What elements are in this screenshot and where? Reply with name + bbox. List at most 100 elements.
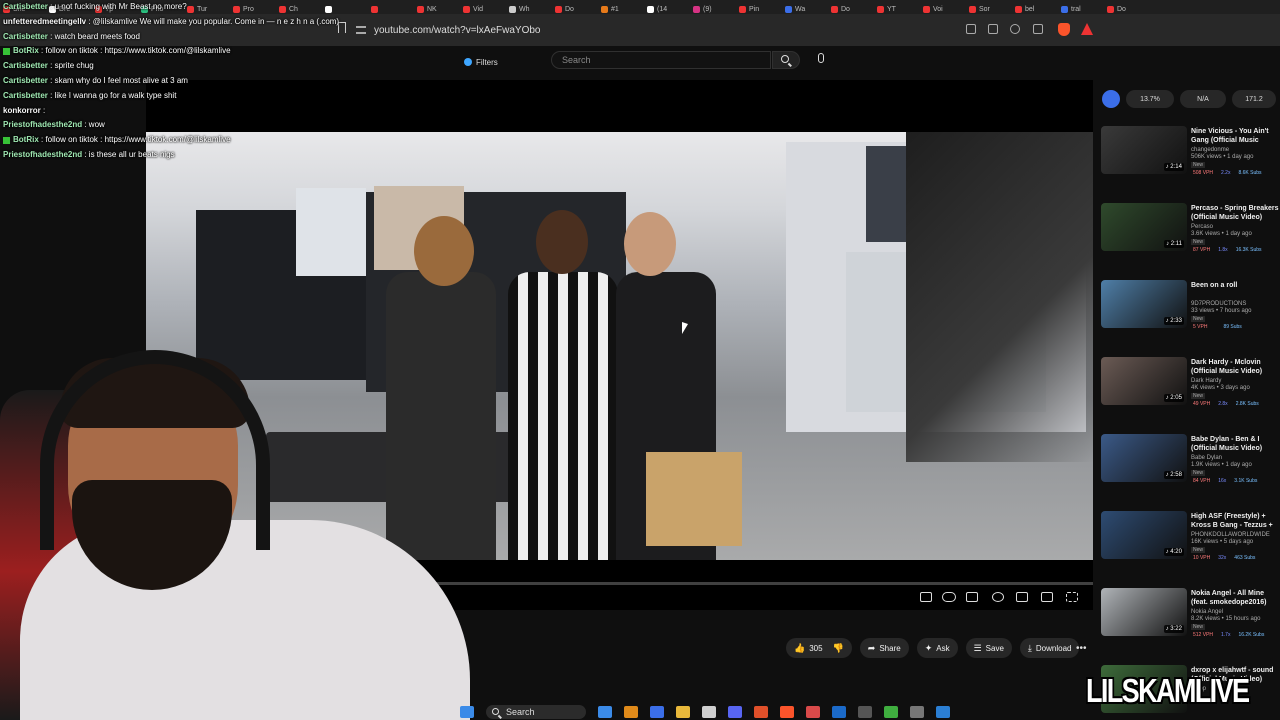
thumbs-down-icon[interactable]: 👎	[833, 643, 844, 654]
taskbar-app-icon[interactable]	[650, 706, 664, 718]
channel-name[interactable]: changedonme	[1191, 147, 1229, 153]
windows-start-icon[interactable]	[460, 706, 474, 718]
screenshot-icon[interactable]	[988, 24, 998, 34]
recommended-video[interactable]: ♪ 2:05 Dark Hardy - Mclovin (Official Mus…	[1100, 355, 1280, 415]
video-thumbnail[interactable]: ♪ 2:14	[1101, 126, 1187, 174]
browser-tab[interactable]: (9)	[690, 3, 736, 15]
chat-message: Cartisbetter : u not fucking with Mr Bea…	[3, 2, 187, 11]
video-stats: 512 VPH 1.7x 16.2K Subs	[1191, 632, 1266, 638]
recommended-video[interactable]: ♪ 2:33 Been on a roll 9D7PRODUCTIONS 33 vie…	[1100, 278, 1280, 338]
browser-tab[interactable]: Wh	[506, 3, 552, 15]
url-field[interactable]: youtube.com/watch?v=lxAeFwaYObo	[356, 20, 936, 40]
video-duration: ♪ 2:14	[1163, 163, 1184, 171]
filters-button[interactable]: Filters	[458, 53, 504, 71]
browser-tab[interactable]: YT	[874, 3, 920, 15]
browser-tab[interactable]: #1	[598, 3, 644, 15]
taskbar-app-icon[interactable]	[598, 706, 612, 718]
tab-label: Pin	[749, 6, 760, 13]
browser-tab[interactable]: Wa	[782, 3, 828, 15]
recommended-video[interactable]: ♪ 3:22 Nokia Angel - All Mine (feat. smok…	[1100, 586, 1280, 646]
channel-name[interactable]: PHONKDOLLAWORLDWIDE	[1191, 532, 1270, 538]
save-button[interactable]: ☰ Save	[965, 638, 1012, 658]
browser-tab[interactable]: Do	[1104, 3, 1150, 15]
search-button[interactable]	[772, 51, 800, 69]
channel-name[interactable]: Nokia Angel	[1191, 609, 1223, 615]
theater-mode-icon[interactable]	[1041, 592, 1053, 602]
taskbar-app-icon[interactable]	[728, 706, 742, 718]
taskbar-app-icon[interactable]	[910, 706, 924, 718]
miniplayer-icon[interactable]	[1016, 592, 1028, 602]
browser-tab[interactable]	[368, 3, 414, 15]
autoplay-toggle-icon[interactable]	[942, 592, 956, 602]
browser-tab[interactable]: Do	[552, 3, 598, 15]
taskbar-app-icon[interactable]	[676, 706, 690, 718]
browser-tab[interactable]: NK	[414, 3, 460, 15]
share-button[interactable]: ➦ Share	[859, 638, 909, 658]
video-meta: 506K views • 1 day ago	[1191, 154, 1254, 160]
share-icon: ➦	[867, 642, 876, 653]
chat-text: : wow	[82, 120, 105, 130]
recommended-video[interactable]: ♪ 2:58 Babe Dylan - Ben & I (Official Mus…	[1100, 432, 1280, 492]
site-settings-icon[interactable]	[356, 26, 366, 34]
taskbar-app-icon[interactable]	[806, 706, 820, 718]
zoom-icon[interactable]	[1010, 24, 1020, 34]
cast-icon[interactable]	[966, 24, 976, 34]
video-thumbnail[interactable]: ♪ 4:20	[1101, 511, 1187, 559]
taskbar-app-icon[interactable]	[754, 706, 768, 718]
video-title[interactable]: Nine Vicious - You Ain't Gang (Official …	[1191, 127, 1280, 145]
video-meta: 4K views • 3 days ago	[1191, 385, 1250, 391]
zoom-video-icon[interactable]	[920, 592, 932, 602]
channel-name[interactable]: Percaso	[1191, 224, 1213, 230]
browser-tab[interactable]: tral	[1058, 3, 1104, 15]
video-title[interactable]: High ASF (Freestyle) + Kross B Gang - Te…	[1191, 512, 1280, 530]
taskbar-app-icon[interactable]	[936, 706, 950, 718]
browser-tab[interactable]: Vid	[460, 3, 506, 15]
tab-label: Wa	[795, 6, 806, 13]
voice-search-button[interactable]	[813, 52, 829, 68]
taskbar-app-icon[interactable]	[624, 706, 638, 718]
video-thumbnail[interactable]: ♪ 3:22	[1101, 588, 1187, 636]
video-title[interactable]: Babe Dylan - Ben & I (Official Music Vid…	[1191, 435, 1280, 453]
video-thumbnail[interactable]: ♪ 2:11	[1101, 203, 1187, 251]
stats-extension-icon[interactable]	[1102, 90, 1120, 108]
taskbar-app-icon[interactable]	[702, 706, 716, 718]
recommended-video[interactable]: ♪ 2:14 Nine Vicious - You Ain't Gang (Off…	[1100, 124, 1280, 184]
fullscreen-icon[interactable]	[1066, 592, 1078, 602]
video-thumbnail[interactable]: ♪ 2:33	[1101, 280, 1187, 328]
more-actions-button[interactable]: •••	[1076, 643, 1087, 654]
stat-value: 32x	[1218, 555, 1227, 561]
video-title[interactable]: Been on a roll	[1191, 281, 1280, 290]
video-title[interactable]: Nokia Angel - All Mine (feat. smokedope2…	[1191, 589, 1280, 607]
browser-tab[interactable]: Sor	[966, 3, 1012, 15]
tab-label: NK	[427, 6, 437, 13]
like-button[interactable]: 👍 305 👎	[786, 638, 852, 658]
new-badge: New	[1191, 624, 1206, 630]
brave-shields-icon[interactable]	[1058, 23, 1070, 36]
download-button[interactable]: ⤓ Download	[1019, 638, 1080, 658]
channel-name[interactable]: 9D7PRODUCTIONS	[1191, 301, 1246, 307]
video-title[interactable]: Dark Hardy - Mclovin (Official Music Vid…	[1191, 358, 1280, 376]
captions-icon[interactable]	[966, 592, 978, 602]
search-input[interactable]: Search	[551, 51, 771, 69]
video-thumbnail[interactable]: ♪ 2:05	[1101, 357, 1187, 405]
share-page-icon[interactable]	[1033, 24, 1043, 34]
taskbar-app-icon[interactable]	[832, 706, 846, 718]
browser-tab[interactable]: Voi	[920, 3, 966, 15]
stat-value: 16.2K Subs	[1238, 632, 1265, 638]
channel-name[interactable]: Babe Dylan	[1191, 455, 1222, 461]
recommended-video[interactable]: ♪ 4:20 High ASF (Freestyle) + Kross B Gan…	[1100, 509, 1280, 569]
video-title[interactable]: Percaso - Spring Breakers (Official Musi…	[1191, 204, 1280, 222]
taskbar-app-icon[interactable]	[884, 706, 898, 718]
browser-tab[interactable]: bel	[1012, 3, 1058, 15]
taskbar-app-icon[interactable]	[780, 706, 794, 718]
ask-button[interactable]: ✦ Ask	[916, 638, 958, 658]
taskbar-app-icon[interactable]	[858, 706, 872, 718]
taskbar-search[interactable]: Search	[486, 705, 586, 719]
browser-tab[interactable]: Do	[828, 3, 874, 15]
channel-name[interactable]: Dark Hardy	[1191, 378, 1221, 384]
video-thumbnail[interactable]: ♪ 2:58	[1101, 434, 1187, 482]
browser-tab[interactable]: Pin	[736, 3, 782, 15]
recommended-video[interactable]: ♪ 2:11 Percaso - Spring Breakers (Officia…	[1100, 201, 1280, 261]
settings-gear-icon[interactable]	[992, 592, 1004, 602]
browser-tab[interactable]: (14	[644, 3, 690, 15]
